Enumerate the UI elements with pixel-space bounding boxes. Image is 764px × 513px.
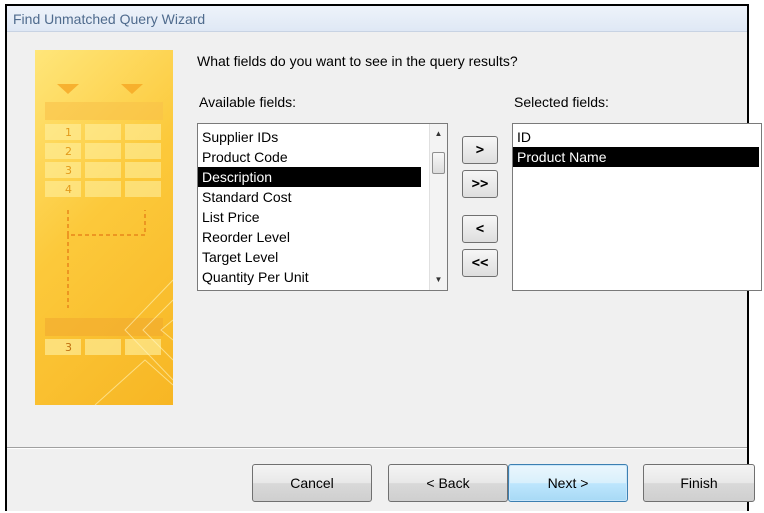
wizard-side-illustration: 1 2 3 4 3 (35, 50, 173, 405)
finish-button[interactable]: Finish (643, 464, 755, 502)
cancel-button[interactable]: Cancel (252, 464, 372, 502)
list-item[interactable]: ID (513, 127, 759, 147)
scroll-down-arrow-icon[interactable]: ▼ (430, 272, 447, 288)
list-item[interactable]: Reorder Level (198, 227, 421, 247)
list-item-selected[interactable]: Description (198, 167, 421, 187)
available-list-scrollbar[interactable]: ▲ ▼ (429, 124, 447, 290)
list-item[interactable]: Product Code (198, 147, 421, 167)
selected-fields-label: Selected fields: (514, 94, 609, 110)
available-fields-label: Available fields: (199, 94, 297, 110)
available-fields-list[interactable]: Supplier IDs Product Code Description St… (197, 123, 448, 291)
selected-fields-list[interactable]: ID Product Name (512, 123, 762, 291)
scroll-up-arrow-icon[interactable]: ▲ (430, 126, 447, 142)
list-item-selected[interactable]: Product Name (513, 147, 759, 167)
art-row-4: 4 (65, 183, 72, 196)
table-grid-illustration: 1 2 3 4 3 (45, 84, 173, 405)
selected-items: ID Product Name (513, 127, 759, 167)
button-divider (7, 447, 747, 449)
back-button[interactable]: < Back (388, 464, 508, 502)
next-button[interactable]: Next > (508, 464, 628, 502)
title-bar[interactable]: Find Unmatched Query Wizard (7, 6, 747, 32)
list-item[interactable]: List Price (198, 207, 421, 227)
scroll-thumb[interactable] (432, 152, 445, 174)
list-item[interactable]: Supplier IDs (198, 127, 421, 147)
list-item[interactable]: Target Level (198, 247, 421, 267)
add-field-button[interactable]: > (462, 136, 498, 164)
window-title: Find Unmatched Query Wizard (13, 11, 206, 27)
art-row-2: 2 (65, 145, 72, 158)
wizard-window: Find Unmatched Query Wizard 1 2 3 4 3 Wh… (5, 4, 762, 511)
art-row-3: 3 (65, 164, 72, 177)
list-item[interactable]: Standard Cost (198, 187, 421, 207)
available-items: Supplier IDs Product Code Description St… (198, 127, 421, 287)
add-all-fields-button[interactable]: >> (462, 170, 498, 198)
remove-all-fields-button[interactable]: << (462, 249, 498, 277)
remove-field-button[interactable]: < (462, 215, 498, 243)
wizard-question: What fields do you want to see in the qu… (197, 53, 518, 69)
art-row-1: 1 (65, 126, 72, 139)
art-result-row: 3 (65, 341, 72, 354)
list-item[interactable]: Quantity Per Unit (198, 267, 421, 287)
